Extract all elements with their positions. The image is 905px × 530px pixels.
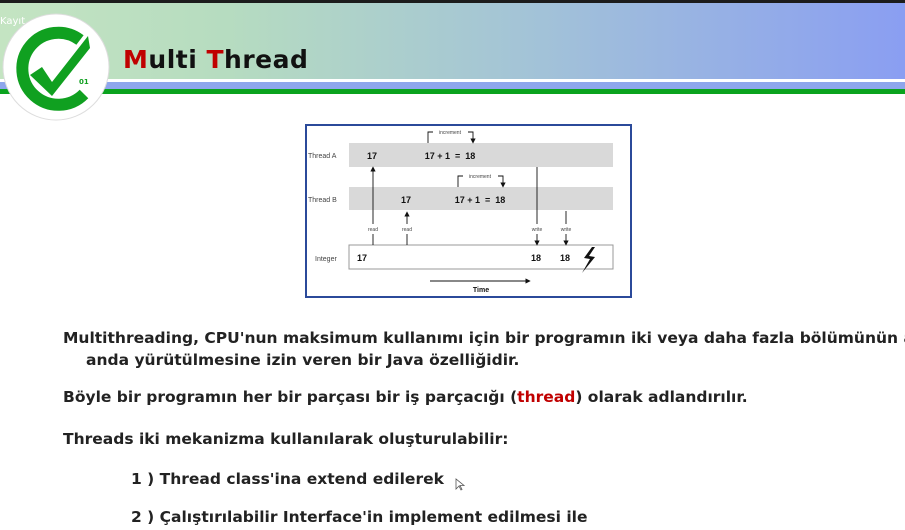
page-title: Multi Thread — [123, 45, 308, 74]
thread-a-label: Thread A — [308, 153, 337, 160]
read-label: read — [402, 227, 412, 233]
int-write1: 18 — [531, 253, 541, 263]
title-part: M — [123, 45, 149, 74]
divider — [0, 82, 905, 89]
thread-a-lane — [349, 143, 613, 167]
integer-label: Integer — [315, 256, 337, 263]
title-part: hread — [224, 45, 309, 74]
int-write2: 18 — [560, 253, 570, 263]
integer-box — [348, 244, 614, 270]
list-item-2: 2 ) Çalıştırılabilir Interface'in implem… — [131, 508, 588, 526]
list-item-1: 1 ) Thread class'ina extend edilerek — [131, 470, 444, 488]
thread-race-diagram: Thread A Thread B Integer 17 17 + 1 = 18… — [305, 124, 632, 298]
paragraph-1-line-1: Multithreading, CPU'nun maksimum kullanı… — [63, 329, 905, 347]
text: ) olarak adlandırılır. — [575, 388, 748, 406]
paragraph-2: Böyle bir programın her bir parçası bir … — [63, 388, 748, 406]
read-label: read — [368, 227, 378, 233]
divider — [0, 89, 905, 94]
write-label: write — [561, 227, 572, 233]
a-read-value: 17 — [367, 151, 377, 161]
write-label: write — [532, 227, 543, 233]
paragraph-1-line-2: anda yürütülmesine izin veren bir Java ö… — [86, 351, 520, 369]
logo-text: 01 — [79, 78, 89, 86]
b-increment: 17 + 1 = 18 — [455, 195, 506, 205]
highlight-thread: thread — [517, 388, 576, 406]
mouse-cursor-icon — [455, 478, 465, 491]
time-label: Time — [473, 287, 489, 294]
paragraph-3: Threads iki mekanizma kullanılarak oluşt… — [63, 430, 509, 448]
a-increment: 17 + 1 = 18 — [425, 151, 476, 161]
logo-check-icon: 01 — [2, 13, 110, 121]
increment-label: increment — [469, 174, 492, 180]
int-initial: 17 — [357, 253, 367, 263]
title-part: T — [206, 45, 225, 74]
thread-b-label: Thread B — [308, 197, 337, 204]
title-part: ulti — [148, 45, 207, 74]
increment-label: increment — [439, 130, 462, 136]
text: Böyle bir programın her bir parçası bir … — [63, 388, 518, 406]
b-read-value: 17 — [401, 195, 411, 205]
